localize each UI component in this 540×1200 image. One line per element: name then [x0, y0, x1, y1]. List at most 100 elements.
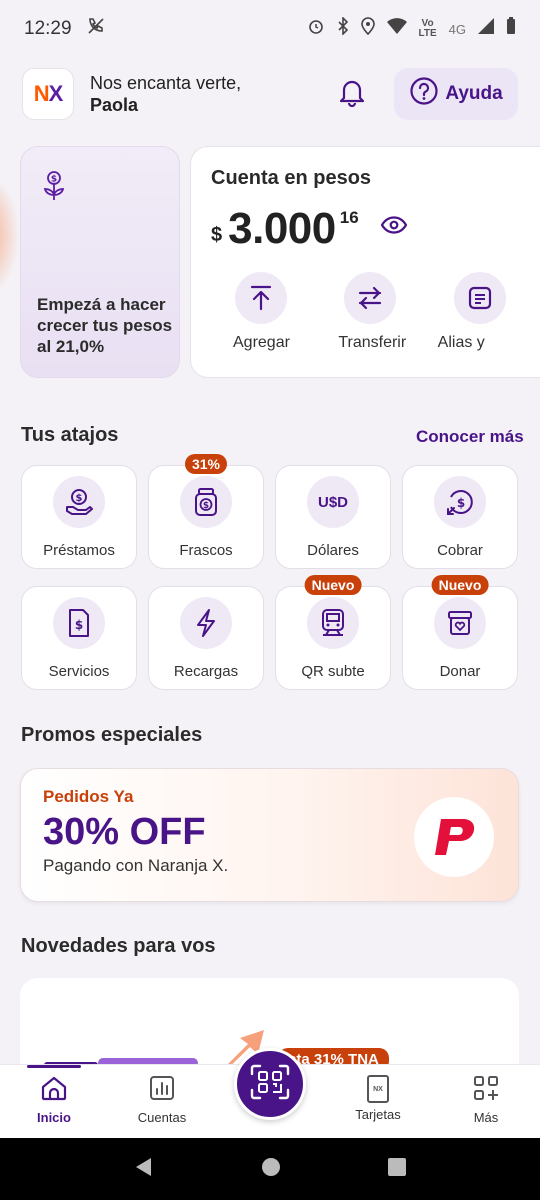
jar-icon: $ — [180, 476, 232, 528]
transfer-label: Transferir — [338, 334, 407, 351]
promo-text: Empezá a hacer crecer tus pesos al 21,0% — [37, 295, 173, 356]
volte-indicator: Vo LTE — [419, 19, 437, 39]
currency-symbol: $ — [211, 224, 223, 246]
shortcut-label: Cobrar — [437, 542, 483, 559]
lightning-icon — [180, 597, 232, 649]
home-icon — [40, 1075, 68, 1106]
qr-scan-button[interactable] — [234, 1048, 306, 1120]
greeting: Nos encanta verte, Paola — [90, 72, 241, 116]
shortcut-recargas[interactable]: Recargas — [148, 586, 264, 690]
grid-plus-icon — [473, 1075, 499, 1106]
account-actions: Agregar Transferir Alias y — [211, 272, 539, 352]
wifi-icon — [386, 18, 407, 40]
new-badge: Nuevo — [304, 575, 362, 595]
shortcut-label: Préstamos — [43, 542, 115, 559]
status-time: 12:29 — [24, 18, 72, 39]
money-plant-icon: $ — [37, 171, 71, 207]
card-icon-text: NX — [373, 1085, 383, 1093]
nav-label: Más — [473, 1110, 499, 1125]
balance: $ 3.000 16 — [211, 204, 539, 254]
balance-amount: 3.000 — [228, 204, 336, 253]
transfer-arrows-icon — [344, 272, 397, 324]
help-label: Ayuda — [445, 83, 503, 104]
back-icon[interactable] — [133, 1156, 155, 1183]
learn-more-link[interactable]: Conocer más — [416, 427, 524, 447]
shortcuts-title: Tus atajos — [21, 424, 119, 446]
promo-brand: Pedidos Ya — [43, 787, 134, 806]
battery-icon — [506, 17, 516, 41]
svg-text:$: $ — [51, 175, 57, 185]
balance-cents: 16 — [339, 208, 359, 227]
usd-icon: U$D — [307, 476, 359, 528]
pedidos-ya-promo-banner[interactable]: Pedidos Ya 30% OFF Pagando con Naranja X… — [20, 768, 519, 902]
recents-icon[interactable] — [387, 1157, 407, 1182]
nav-label: Cuentas — [137, 1110, 187, 1125]
shortcut-dolares[interactable]: U$D Dólares — [275, 465, 391, 569]
alias-label: Alias y — [437, 334, 485, 351]
new-badge: Nuevo — [431, 575, 489, 595]
shortcut-frascos[interactable]: 31% $ Frascos — [148, 454, 264, 569]
account-card[interactable]: Cuenta en pesos $ 3.000 16 Agregar Trans… — [190, 146, 540, 378]
logo-letter-x: X — [48, 81, 64, 106]
shortcut-qr-subte[interactable]: Nuevo QR subte — [275, 575, 391, 690]
volte-bottom: LTE — [418, 28, 437, 39]
system-navigation-bar — [0, 1138, 540, 1200]
home-circle-icon[interactable] — [260, 1156, 282, 1183]
nav-label: Inicio — [37, 1110, 71, 1125]
alias-button[interactable]: Alias y — [430, 272, 539, 352]
savings-promo-card[interactable]: $ Empezá a hacer crecer tus pesos al 21,… — [20, 146, 180, 378]
status-bar: 12:29 Vo LTE 4G — [0, 0, 540, 58]
svg-text:$: $ — [203, 501, 209, 511]
logo-letter-n: N — [33, 81, 50, 106]
card-icon: NX — [367, 1075, 389, 1103]
shortcut-label: Recargas — [173, 663, 239, 680]
greeting-text: Nos encanta verte, — [90, 73, 242, 93]
location-icon — [360, 17, 375, 41]
svg-text:$: $ — [457, 496, 465, 510]
alarm-icon — [307, 17, 325, 41]
shortcut-donar[interactable]: Nuevo Donar — [402, 575, 518, 690]
add-money-label: Agregar — [233, 334, 290, 351]
nav-cards[interactable]: NX Tarjetas — [324, 1065, 432, 1138]
user-name: Paola — [90, 95, 139, 115]
nav-home[interactable]: Inicio — [0, 1065, 108, 1138]
usd-text: U$D — [317, 493, 348, 511]
rate-badge: 31% — [184, 454, 228, 474]
nx-logo: NX — [22, 68, 74, 120]
shortcut-servicios[interactable]: $ Servicios — [21, 586, 137, 690]
accent-glow — [0, 170, 20, 300]
subway-icon — [307, 597, 359, 649]
eye-icon[interactable] — [380, 216, 407, 239]
signal-icon — [478, 18, 494, 40]
transfer-button[interactable]: Transferir — [320, 272, 429, 352]
add-money-button[interactable]: Agregar — [211, 272, 320, 352]
svg-text:$: $ — [75, 618, 83, 632]
qr-scan-icon — [250, 1064, 290, 1105]
chart-bars-icon — [149, 1075, 175, 1106]
account-title: Cuenta en pesos — [211, 167, 372, 189]
bill-icon: $ — [53, 597, 105, 649]
question-circle-icon — [409, 76, 439, 112]
shortcut-cobrar[interactable]: $ Cobrar — [402, 465, 518, 569]
upload-arrow-icon — [235, 272, 287, 324]
bell-icon — [338, 77, 366, 112]
document-list-icon — [453, 272, 506, 324]
shortcut-prestamos[interactable]: $ Préstamos — [21, 465, 137, 569]
shortcut-label: Frascos — [179, 542, 233, 559]
donate-box-icon — [434, 597, 486, 649]
network-type: 4G — [448, 21, 466, 37]
help-button[interactable]: Ayuda — [394, 68, 518, 120]
bluetooth-icon — [337, 16, 349, 41]
collect-money-icon: $ — [434, 476, 486, 528]
promos-title: Promos especiales — [21, 724, 203, 746]
notifications-button[interactable] — [332, 74, 372, 114]
news-title: Novedades para vos — [21, 935, 216, 957]
nav-accounts[interactable]: Cuentas — [108, 1065, 216, 1138]
loan-hand-icon: $ — [53, 476, 105, 528]
phone-wifi-call-icon — [86, 16, 106, 42]
shortcut-label: Dólares — [307, 542, 359, 559]
shortcut-label: Donar — [439, 663, 481, 680]
header: NX Nos encanta verte, Paola Ayuda — [22, 66, 518, 122]
nav-more[interactable]: Más — [432, 1065, 540, 1138]
shortcut-label: Servicios — [48, 663, 110, 680]
